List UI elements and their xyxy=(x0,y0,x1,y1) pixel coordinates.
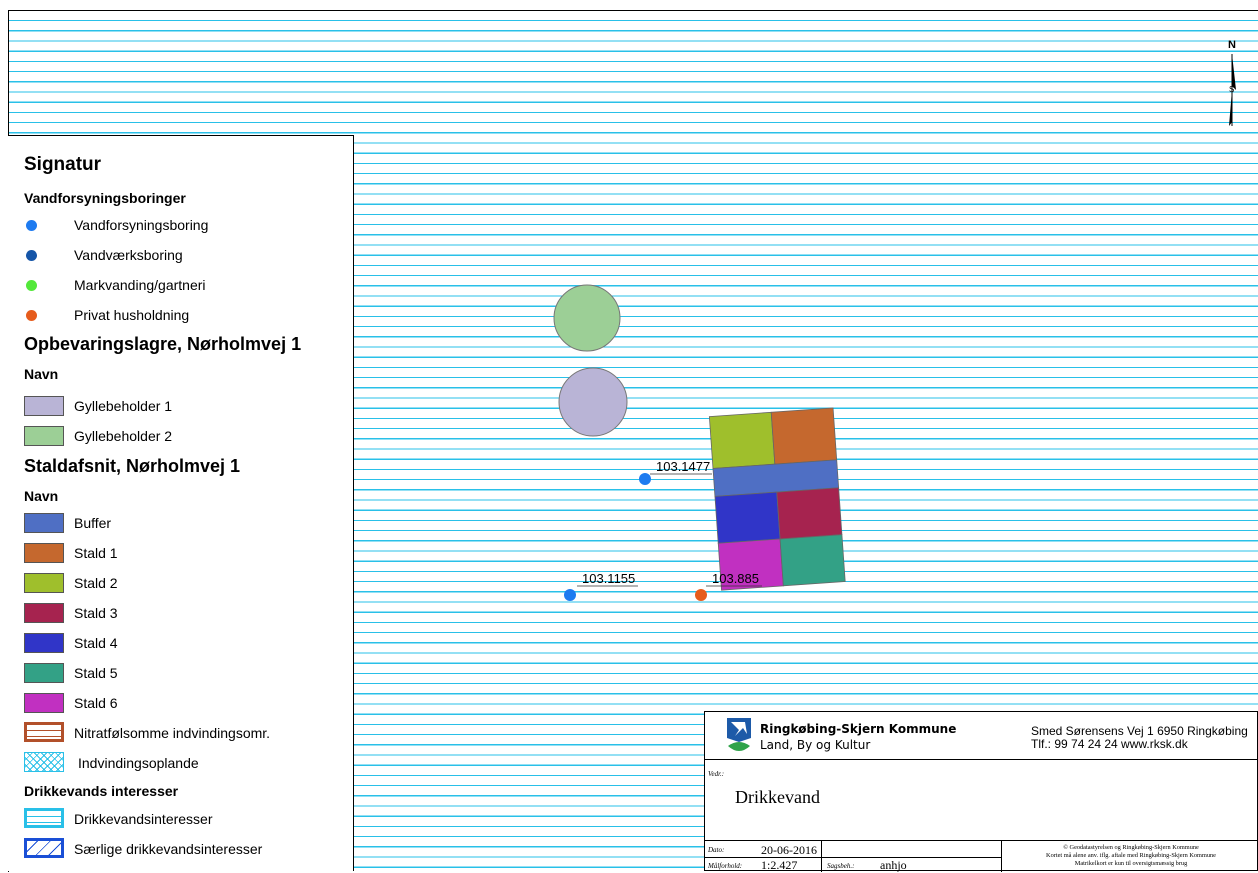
gyllebeholder-1-tank[interactable] xyxy=(558,367,628,437)
legend-item-stald-1: Stald 1 xyxy=(74,545,118,561)
well-label-103-1155: 103.1155 xyxy=(582,571,635,586)
stald-6-swatch xyxy=(24,693,64,713)
legend-item-drikkevandsinteresser: Drikkevandsinteresser xyxy=(74,811,213,827)
stald-3-area[interactable] xyxy=(776,487,843,540)
markvanding-dot-icon xyxy=(26,280,37,291)
stable-block xyxy=(708,407,846,591)
legend-item-vandvaerksboring: Vandværksboring xyxy=(74,247,183,263)
stald-2-swatch xyxy=(24,573,64,593)
well-label-103-885: 103.885 xyxy=(712,571,759,586)
opland-swatch xyxy=(24,752,64,772)
legend-item-gyllebeholder-1: Gyllebeholder 1 xyxy=(74,398,173,414)
stald-4-area[interactable] xyxy=(714,491,781,544)
stald-1-swatch xyxy=(24,543,64,563)
gyllebeholder-2-tank[interactable] xyxy=(553,284,621,352)
vedr-value: Drikkevand xyxy=(735,787,820,807)
maal-label: Målforhold: xyxy=(708,862,743,870)
legend-item-stald-2: Stald 2 xyxy=(74,575,118,591)
buffer-swatch xyxy=(24,513,64,533)
legend-heading-drikke: Drikkevands interesser xyxy=(24,783,179,799)
org-phone: Tlf.: 99 74 24 24 www.rksk.dk xyxy=(1031,737,1188,751)
nitrat-swatch xyxy=(24,722,64,742)
vedr-label: Vedr.: xyxy=(708,770,725,778)
gyllebeholder-2-swatch xyxy=(24,426,64,446)
stald-5-area[interactable] xyxy=(779,534,846,587)
gyllebeholder-1-swatch xyxy=(24,396,64,416)
copyright-line-3: Matrikelkort er kun til oversigtsmæssig … xyxy=(1074,860,1188,867)
saerlige-drikkevandsinteresser-swatch xyxy=(24,838,64,858)
legend-heading-stald: Staldafsnit, Nørholmvej 1 xyxy=(24,456,241,476)
legend-item-vandforsyningsboring: Vandforsyningsboring xyxy=(74,217,209,233)
legend-item-nitrat: Nitratfølsomme indvindingsomr. xyxy=(74,725,271,741)
copyright-line-1: © Geodatastyrelsen og Ringkøbing-Skjern … xyxy=(1063,844,1199,851)
legend-item-stald-3: Stald 3 xyxy=(74,605,118,621)
legend-item-privat-husholdning: Privat husholdning xyxy=(74,307,190,323)
well-label-103-1477: 103.1477 xyxy=(656,459,710,474)
sags-label: Sagsbeh.: xyxy=(827,862,855,870)
legend-heading-boringer: Vandforsyningsboringer xyxy=(24,190,186,206)
stald-3-swatch xyxy=(24,603,64,623)
north-arrow-icon: S xyxy=(1229,54,1236,126)
legend-item-markvanding: Markvanding/gartneri xyxy=(74,277,206,293)
legend-heading-lagre: Opbevaringslagre, Nørholmvej 1 xyxy=(24,334,302,354)
dato-label: Dato: xyxy=(708,846,725,854)
map-title-block: Ringkøbing-Skjern Kommune Land, By og Ku… xyxy=(704,711,1258,872)
org-address: Smed Sørensens Vej 1 6950 Ringkøbing xyxy=(1031,724,1248,738)
stald-1-area[interactable] xyxy=(770,407,838,465)
legend-item-stald-4: Stald 4 xyxy=(74,635,118,651)
legend-item-gyllebeholder-2: Gyllebeholder 2 xyxy=(74,428,173,444)
legend-item-buffer: Buffer xyxy=(74,515,112,531)
well-103-1477[interactable] xyxy=(639,473,651,485)
stald-4-swatch xyxy=(24,633,64,653)
legend-item-stald-6: Stald 6 xyxy=(74,695,118,711)
stald-5-swatch xyxy=(24,663,64,683)
well-103-885[interactable] xyxy=(695,589,707,601)
drikkevandsinteresser-swatch xyxy=(24,808,64,828)
org-name: Ringkøbing-Skjern Kommune xyxy=(760,722,957,736)
vandvaerksboring-dot-icon xyxy=(26,250,37,261)
well-103-1155[interactable] xyxy=(564,589,576,601)
privat-husholdning-dot-icon xyxy=(26,310,37,321)
map-legend: Signatur Vandforsyningsboringer Vandfors… xyxy=(8,135,354,871)
kommune-logo-icon xyxy=(727,718,751,751)
stald-2-area[interactable] xyxy=(708,411,776,469)
svg-text:S: S xyxy=(1229,85,1234,94)
legend-item-opland: Indvindingsoplande xyxy=(78,755,199,771)
legend-title: Signatur xyxy=(24,154,102,175)
copyright-line-2: Kortet må alene anv. iflg. aftale med Ri… xyxy=(1046,852,1216,859)
north-label: N xyxy=(1228,39,1236,51)
org-dept: Land, By og Kultur xyxy=(760,738,871,752)
legend-sub-lagre: Navn xyxy=(24,366,59,382)
dato-value: 20-06-2016 xyxy=(761,843,817,857)
legend-item-saerlige-drikkevandsinteresser: Særlige drikkevandsinteresser xyxy=(74,841,263,857)
vandforsyningsboring-dot-icon xyxy=(26,220,37,231)
legend-item-stald-5: Stald 5 xyxy=(74,665,118,681)
legend-sub-stald: Navn xyxy=(24,488,59,504)
